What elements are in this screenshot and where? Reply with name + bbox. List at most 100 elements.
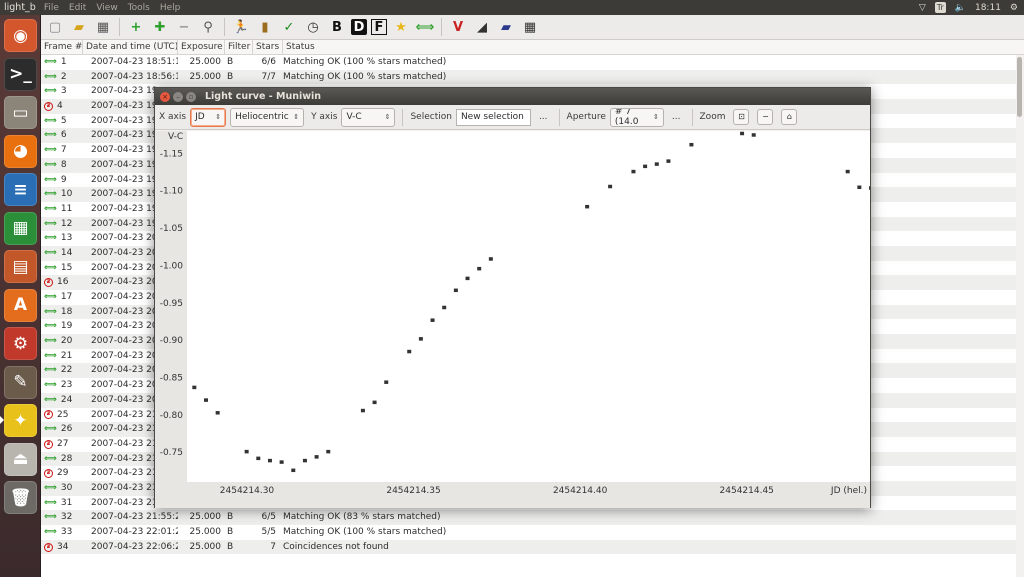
new-project-icon[interactable]: ▢ bbox=[45, 17, 65, 37]
x-axis-label: X axis bbox=[159, 112, 187, 122]
matched-arrows-icon: ⟺ bbox=[44, 189, 57, 200]
col-header-stars[interactable]: Stars bbox=[253, 40, 283, 54]
launcher-impress-icon[interactable]: ▤ bbox=[4, 250, 37, 283]
star-icon[interactable]: ★ bbox=[391, 17, 411, 37]
frame-cell: ⟺ 24 bbox=[41, 393, 83, 408]
wifi-icon[interactable]: ▽ bbox=[919, 3, 926, 13]
menu-tools[interactable]: Tools bbox=[128, 3, 150, 13]
aperture-more-button[interactable]: ... bbox=[672, 112, 681, 122]
remove-frames-icon[interactable]: − bbox=[174, 17, 194, 37]
main-scrollbar[interactable] bbox=[1016, 55, 1024, 577]
filter-cell: B bbox=[227, 71, 234, 82]
match-failed-icon: ƶ bbox=[44, 469, 53, 479]
col-header-frame[interactable]: Frame # bbox=[41, 40, 83, 54]
launcher-gimp-icon[interactable]: ✎ bbox=[4, 365, 37, 399]
zoom-in-icon[interactable]: ⌂ bbox=[781, 109, 798, 125]
run-express-icon[interactable]: 🏃 bbox=[231, 17, 251, 37]
scrollbar-thumb[interactable] bbox=[1017, 57, 1022, 117]
keyboard-layout-indicator[interactable]: Tr bbox=[934, 2, 946, 13]
selection-field[interactable]: New selection bbox=[455, 108, 531, 126]
match-failed-icon: ƶ bbox=[44, 410, 53, 420]
menu-help[interactable]: Help bbox=[160, 3, 181, 13]
frame-cell: ⟺ 32 bbox=[41, 510, 83, 525]
time-correction-select[interactable]: Heliocentric ⇕ bbox=[230, 107, 305, 127]
col-header-filter[interactable]: Filter bbox=[225, 40, 253, 54]
frame-number: 6 bbox=[60, 130, 67, 141]
selection-more-button[interactable]: ... bbox=[539, 112, 548, 122]
data-point bbox=[845, 169, 850, 174]
date-cell: 2007-04-23 22:01:26 bbox=[91, 527, 178, 537]
light-curve-chart[interactable]: V-C -1.15 -1.10 -1.05 -1.00 -0.95 -0.90 -0.85 -0… bbox=[155, 131, 870, 508]
table-row[interactable]: ƶ 34 2007-04-23 22:06:29 25.000 B 7 Coincidenc… bbox=[41, 539, 1024, 555]
launcher-files-icon[interactable]: ▭ bbox=[4, 96, 37, 129]
y-axis-select[interactable]: V-C ⇕ bbox=[341, 107, 396, 127]
maximize-icon[interactable]: ▫ bbox=[186, 91, 196, 102]
volume-icon[interactable]: 🔈 bbox=[955, 3, 966, 13]
data-point bbox=[857, 185, 862, 190]
add-folder-icon[interactable]: ✚ bbox=[150, 17, 170, 37]
frame-number: 3 bbox=[60, 86, 67, 97]
match-arrows-icon[interactable]: ⟺ bbox=[415, 17, 435, 37]
zoom-fit-icon[interactable]: ⊡ bbox=[733, 109, 750, 125]
matched-arrows-icon: ⟺ bbox=[44, 497, 57, 508]
launcher-drive-icon[interactable]: ⏏ bbox=[4, 442, 37, 476]
frame-cell: ƶ 34 bbox=[41, 540, 83, 555]
table-row[interactable]: ⟺ 33 2007-04-23 22:01:26 25.000 B 5/5 Matching… bbox=[41, 525, 1024, 540]
launcher-dash-home-icon[interactable]: ◉ bbox=[4, 19, 37, 52]
launcher-firefox-icon[interactable]: ◕ bbox=[4, 134, 37, 168]
open-folder-icon[interactable]: ▰ bbox=[69, 17, 89, 37]
frame-cell: ƶ 27 bbox=[41, 437, 83, 452]
launcher-settings-icon[interactable]: ⚙ bbox=[4, 327, 37, 360]
col-header-exposure[interactable]: Exposure bbox=[178, 40, 225, 54]
indicator-area: ▽ Tr 🔈 18:11 ⚙ bbox=[919, 0, 1018, 15]
data-point bbox=[279, 460, 284, 464]
launcher-software-center-icon[interactable]: A bbox=[4, 288, 37, 322]
stopwatch-icon[interactable]: ◷ bbox=[303, 17, 323, 37]
launcher-calc-icon[interactable]: ▦ bbox=[4, 211, 37, 245]
frame-cell: ⟺ 23 bbox=[41, 378, 83, 393]
menu-file[interactable]: File bbox=[44, 3, 59, 13]
dark-d-icon[interactable]: D bbox=[351, 19, 367, 35]
launcher-glyph: ◕ bbox=[13, 141, 28, 161]
frame-number: 16 bbox=[57, 277, 69, 288]
menu-view[interactable]: View bbox=[96, 3, 117, 13]
bias-b-icon[interactable]: B bbox=[327, 17, 347, 37]
catalog-book-icon[interactable]: ▰ bbox=[496, 17, 516, 37]
frames-grid-icon[interactable]: ▦ bbox=[93, 17, 113, 37]
launcher-terminal-icon[interactable]: >_ bbox=[4, 57, 37, 91]
x-axis-select[interactable]: JD ⇕ bbox=[190, 107, 227, 127]
light-curve-titlebar[interactable]: × – ▫ Light curve - Muniwin bbox=[155, 88, 870, 105]
table-row[interactable]: ⟺ 1 2007-04-23 18:51:12 25.000 B 6/6 Matching … bbox=[41, 55, 1024, 70]
launcher-muniwin-icon[interactable]: ✦ bbox=[4, 404, 37, 437]
table-row[interactable]: ⟺ 2 2007-04-23 18:56:15 25.000 B 7/7 Matching … bbox=[41, 69, 1024, 85]
checkmark-icon[interactable]: ✓ bbox=[279, 17, 299, 37]
table-icon[interactable]: ▦ bbox=[520, 17, 540, 37]
zoom-out-icon[interactable]: − bbox=[757, 109, 774, 125]
add-frames-icon[interactable]: + bbox=[126, 17, 146, 37]
light-curve-plot[interactable]: V-C -1.15 -1.10 -1.05 -1.00 -0.95 -0.90 -0.85 -0… bbox=[155, 131, 870, 508]
search-icon[interactable]: ⚲ bbox=[198, 17, 218, 37]
telescope-icon[interactable]: ◢ bbox=[472, 17, 492, 37]
frame-number: 2 bbox=[60, 71, 67, 82]
launcher-writer-icon[interactable]: ≡ bbox=[4, 173, 37, 206]
minimize-icon[interactable]: – bbox=[173, 91, 183, 102]
light-curve-icon[interactable]: V bbox=[448, 17, 468, 37]
close-icon[interactable]: × bbox=[160, 91, 170, 102]
power-gear-icon[interactable]: ⚙ bbox=[1010, 3, 1018, 13]
flat-f-icon[interactable]: F bbox=[371, 19, 387, 35]
y-tick-label: -1.10 bbox=[160, 187, 184, 197]
matched-arrows-icon: ⟺ bbox=[44, 424, 57, 435]
traffic-light-icon[interactable]: ▮ bbox=[255, 17, 275, 37]
clock[interactable]: 18:11 bbox=[975, 3, 1001, 13]
matched-arrows-icon: ⟺ bbox=[44, 57, 57, 67]
col-header-date[interactable]: Date and time (UTC) bbox=[83, 40, 178, 54]
aperture-select[interactable]: # 7 (14.0 ⇕ bbox=[609, 107, 664, 127]
frame-number: 27 bbox=[57, 438, 69, 449]
col-header-status[interactable]: Status bbox=[283, 40, 583, 54]
y-tick-label: -0.90 bbox=[160, 336, 184, 346]
table-row[interactable]: ⟺ 32 2007-04-23 21:55:28 25.000 B 6/5 Matching… bbox=[41, 510, 1024, 525]
y-tick-label: -0.95 bbox=[160, 299, 183, 309]
menu-edit[interactable]: Edit bbox=[69, 3, 86, 13]
matched-arrows-icon: ⟺ bbox=[44, 262, 57, 273]
launcher-trash-icon[interactable]: 🗑 bbox=[4, 481, 37, 514]
